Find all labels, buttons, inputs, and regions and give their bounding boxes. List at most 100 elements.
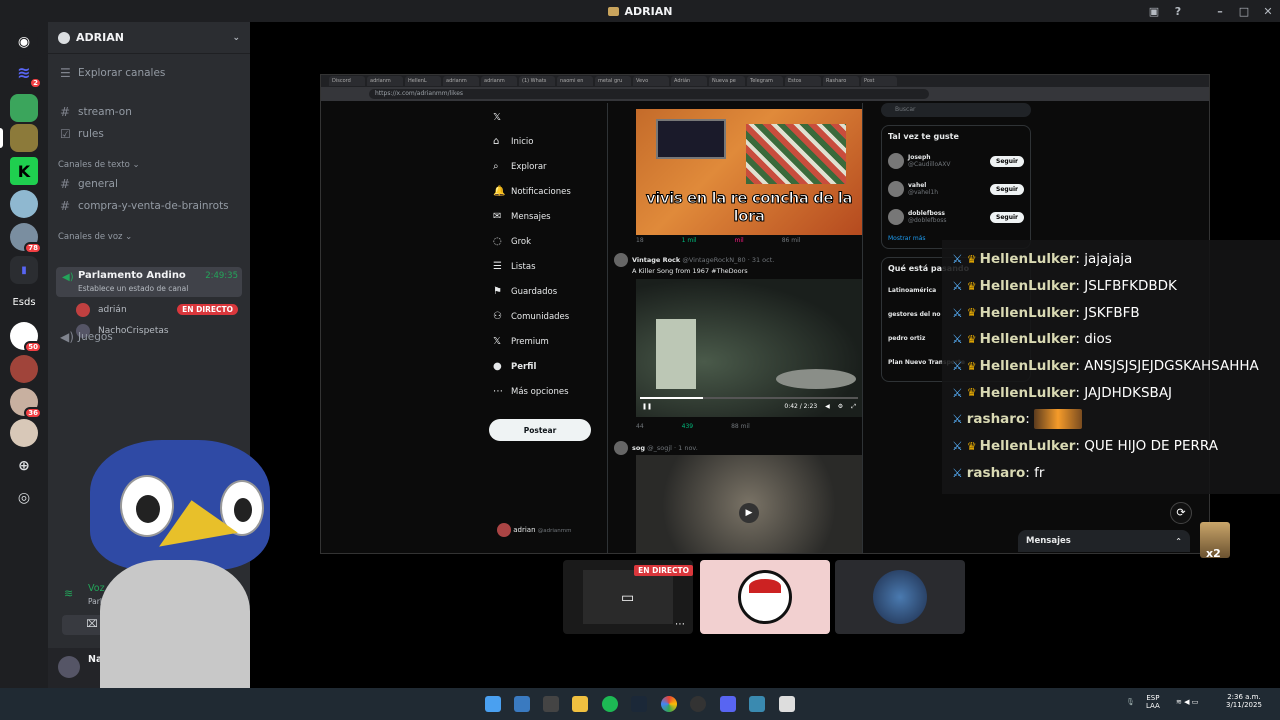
help-icon[interactable]: ? bbox=[1166, 3, 1190, 19]
server-waves-icon[interactable]: ≋ 2 bbox=[10, 58, 42, 89]
server-icon[interactable] bbox=[10, 94, 38, 122]
chat-username[interactable]: HellenLulker bbox=[980, 251, 1076, 267]
view-count[interactable]: 88 mil bbox=[731, 423, 750, 430]
browser-tab[interactable]: metal gru bbox=[595, 76, 631, 86]
tile-nacho[interactable] bbox=[835, 560, 965, 634]
suggestion-row[interactable]: Joseph @CaudilloAXV Seguir bbox=[888, 147, 1024, 175]
channel-games[interactable]: ◀) Juegos bbox=[56, 327, 242, 347]
author-name[interactable]: Vintage Rock bbox=[632, 256, 680, 264]
post-button[interactable]: Postear bbox=[489, 419, 591, 441]
wifi-icon[interactable]: ≋ ◀ ▭ bbox=[1176, 698, 1198, 706]
like-count[interactable]: mil bbox=[735, 237, 744, 244]
gallery-icon[interactable] bbox=[514, 696, 530, 712]
tile-adrian[interactable] bbox=[700, 560, 830, 634]
voice-channel-parlamento[interactable]: ◀) Parlamento Andino 2:49:35 Establece u… bbox=[56, 267, 242, 297]
category-voice[interactable]: Canales de voz ⌄ bbox=[58, 232, 132, 242]
browser-tab[interactable]: Rasharo bbox=[823, 76, 859, 86]
start-icon[interactable] bbox=[485, 696, 501, 712]
nav-item-grok[interactable]: ◌ Grok bbox=[493, 229, 603, 254]
url-field[interactable]: https://x.com/adrianmm/likes bbox=[369, 89, 929, 99]
nav-item-bookmark[interactable]: ⚑ Guardados bbox=[493, 279, 603, 304]
server-icon[interactable] bbox=[10, 355, 38, 383]
author-name[interactable]: sog bbox=[632, 444, 645, 452]
server-text-icon[interactable]: Esds bbox=[10, 288, 38, 316]
expand-icon[interactable]: ⌃ bbox=[1175, 537, 1182, 546]
kick-icon[interactable]: K bbox=[10, 157, 38, 185]
video-player[interactable]: ❚❚ 0:42 / 2:23 ◀ ⚙ ⤢ bbox=[636, 279, 862, 417]
nav-item-people[interactable]: ⚇ Comunidades bbox=[493, 304, 603, 329]
browser-tab[interactable]: HellenL bbox=[405, 76, 441, 86]
chat-username[interactable]: HellenLulker bbox=[980, 385, 1076, 401]
nav-item-x[interactable]: 𝕏 Premium bbox=[493, 329, 603, 354]
clock[interactable]: 2:36 a.m. 3/11/2025 bbox=[1226, 693, 1262, 709]
mic-icon[interactable]: 🎙 bbox=[1126, 698, 1135, 706]
browser-tab[interactable]: adrianm bbox=[481, 76, 517, 86]
channel-rules[interactable]: ☑ rules bbox=[56, 124, 242, 144]
nav-item-mail[interactable]: ✉ Mensajes bbox=[493, 204, 603, 229]
tile-stream[interactable]: ▭ EN DIRECTO ⋯ bbox=[563, 560, 693, 634]
folder-icon[interactable]: ▮ bbox=[10, 256, 38, 284]
close-button[interactable]: ✕ bbox=[1256, 3, 1280, 19]
retweet-count[interactable]: 439 bbox=[682, 423, 693, 430]
browser-tab[interactable]: Vevo bbox=[633, 76, 669, 86]
reply-count[interactable]: 44 bbox=[636, 423, 644, 430]
steam-icon[interactable] bbox=[631, 696, 647, 712]
nav-item-more[interactable]: ⋯ Más opciones bbox=[493, 379, 603, 404]
x-profile-chip[interactable]: adrian @adrianmm bbox=[497, 523, 572, 537]
maximize-button[interactable]: □ bbox=[1232, 3, 1256, 19]
channel-status[interactable]: Establece un estado de canal bbox=[78, 284, 188, 293]
app-icon[interactable] bbox=[749, 696, 765, 712]
discord-icon[interactable] bbox=[720, 696, 736, 712]
minimize-button[interactable]: – bbox=[1208, 3, 1232, 19]
chat-username[interactable]: rasharo bbox=[967, 465, 1025, 481]
spotify-icon[interactable] bbox=[602, 696, 618, 712]
x-logo-icon[interactable]: 𝕏 bbox=[493, 105, 603, 129]
suggestion-row[interactable]: doblefboss @doblefboss Seguir bbox=[888, 203, 1024, 231]
video-progress[interactable] bbox=[640, 397, 858, 399]
refresh-icon[interactable]: ⟳ bbox=[1170, 502, 1192, 524]
inbox-icon[interactable]: ▣ bbox=[1142, 3, 1166, 19]
server-icon[interactable]: 50 bbox=[10, 322, 42, 353]
chat-username[interactable]: HellenLulker bbox=[980, 278, 1076, 294]
settings-icon[interactable]: ⚙ bbox=[838, 403, 843, 411]
suggestion-row[interactable]: vahel @vahel1h Seguir bbox=[888, 175, 1024, 203]
chat-username[interactable]: rasharo bbox=[967, 411, 1025, 427]
post-image-meme[interactable]: vivis en la re concha de la lora bbox=[636, 109, 862, 235]
nav-item-home[interactable]: ⌂ Inicio bbox=[493, 129, 603, 154]
messages-drawer[interactable]: Mensajes ⌃ bbox=[1018, 530, 1190, 552]
browser-tab[interactable]: Discord bbox=[329, 76, 365, 86]
retweet-count[interactable]: 1 mil bbox=[682, 237, 697, 244]
nav-item-search[interactable]: ⌕ Explorar bbox=[493, 154, 603, 179]
nav-item-person[interactable]: ● Perfil bbox=[493, 354, 603, 379]
discord-home-icon[interactable]: ◉ bbox=[10, 28, 38, 56]
browser-tab[interactable]: naomi en bbox=[557, 76, 593, 86]
channel-stream-on[interactable]: # stream-on bbox=[56, 102, 242, 122]
chat-username[interactable]: HellenLulker bbox=[980, 305, 1076, 321]
channel-general[interactable]: # general bbox=[56, 174, 242, 194]
folder-icon[interactable] bbox=[572, 696, 588, 712]
x-search-input[interactable]: Buscar bbox=[881, 103, 1031, 117]
browser-tab[interactable]: adrianm bbox=[367, 76, 403, 86]
nav-item-bell[interactable]: 🔔 Notificaciones bbox=[493, 179, 603, 204]
chat-username[interactable]: HellenLulker bbox=[980, 358, 1076, 374]
fullscreen-icon[interactable]: ⤢ bbox=[851, 403, 856, 411]
more-icon[interactable]: ⋯ bbox=[675, 619, 685, 630]
terminal-icon[interactable] bbox=[543, 696, 559, 712]
server-icon[interactable]: 78 bbox=[10, 223, 42, 254]
volume-icon[interactable]: ◀ bbox=[825, 403, 830, 411]
explore-channels[interactable]: ☰ Explorar canales bbox=[56, 63, 242, 83]
notepad-icon[interactable] bbox=[779, 696, 795, 712]
avatar[interactable] bbox=[614, 441, 628, 455]
server-header[interactable]: ADRIAN ⌄ bbox=[48, 22, 250, 54]
nav-item-list[interactable]: ☰ Listas bbox=[493, 254, 603, 279]
browser-tab[interactable]: Nueva pe bbox=[709, 76, 745, 86]
play-icon[interactable]: ▶ bbox=[739, 503, 759, 523]
browser-tab[interactable]: Adrián bbox=[671, 76, 707, 86]
view-count[interactable]: 86 mil bbox=[782, 237, 801, 244]
follow-button[interactable]: Seguir bbox=[990, 183, 1024, 195]
browser-tab[interactable]: Telegram bbox=[747, 76, 783, 86]
server-adrian-icon[interactable] bbox=[10, 124, 38, 152]
browser-tab[interactable]: (1) Whats bbox=[519, 76, 555, 86]
chat-username[interactable]: HellenLulker bbox=[980, 438, 1076, 454]
follow-button[interactable]: Seguir bbox=[990, 211, 1024, 223]
